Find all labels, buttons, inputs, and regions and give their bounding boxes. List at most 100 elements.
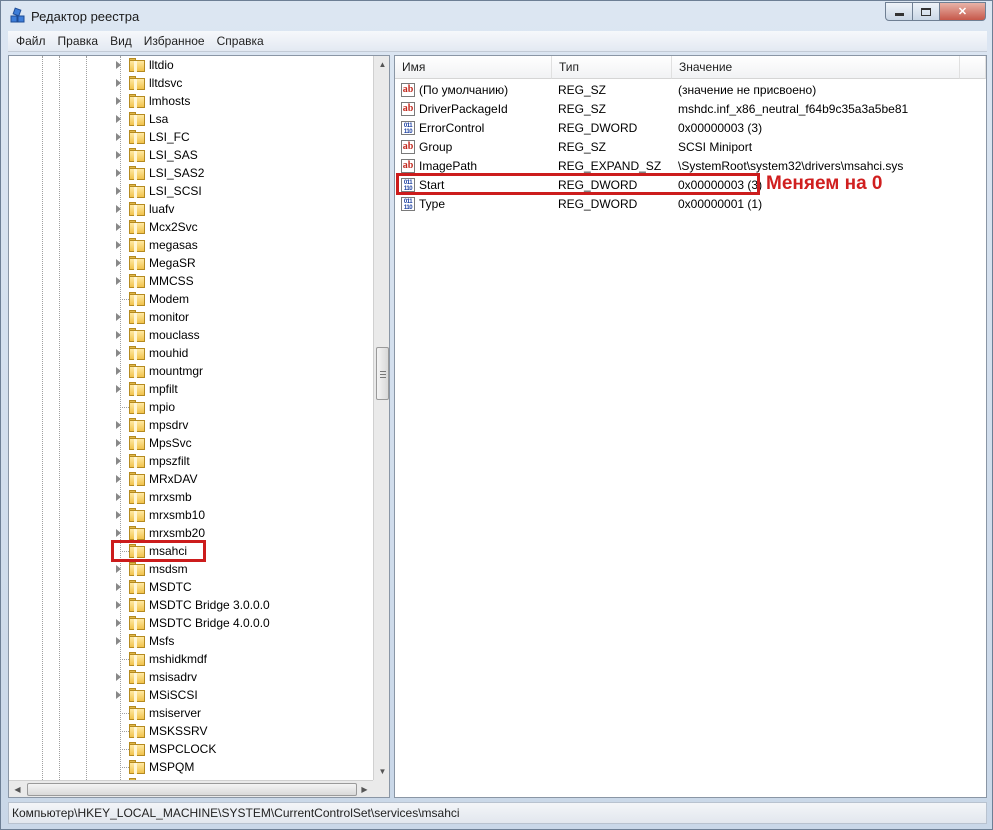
tree-item[interactable]: MpsSvc [9,434,373,452]
expand-arrow-icon[interactable] [116,331,121,339]
expand-arrow-icon[interactable] [116,277,121,285]
tree-vertical-scrollbar[interactable]: ▲ ▼ [373,56,389,780]
expand-arrow-icon[interactable] [116,601,121,609]
menu-file[interactable]: Файл [10,31,52,51]
expand-arrow-icon[interactable] [116,475,121,483]
maximize-button[interactable] [913,2,940,21]
tree-item[interactable]: MMCSS [9,272,373,290]
tree-item[interactable]: mpsdrv [9,416,373,434]
tree-item[interactable]: msiserver [9,704,373,722]
expand-arrow-icon[interactable] [116,241,121,249]
tree-item[interactable]: Modem [9,290,373,308]
tree-item[interactable]: Mcx2Svc [9,218,373,236]
tree-item[interactable]: lltdio [9,56,373,74]
tree-item[interactable]: megasas [9,236,373,254]
expand-arrow-icon[interactable] [116,367,121,375]
expand-arrow-icon[interactable] [116,511,121,519]
tree-item[interactable]: MSDTC Bridge 3.0.0.0 [9,596,373,614]
value-row[interactable]: ab DriverPackageId REG_SZ mshdc.inf_x86_neu… [395,100,986,119]
expand-arrow-icon[interactable] [116,421,121,429]
expand-arrow-icon[interactable] [116,259,121,267]
tree-item[interactable]: LSI_SAS2 [9,164,373,182]
tree-item-label: mrxsmb10 [149,508,206,522]
value-row[interactable]: 011 110 ErrorControl REG_DWORD 0x00000003 (3… [395,119,986,138]
tree-scroll-thumb[interactable] [376,347,389,400]
tree-item[interactable]: mrxsmb10 [9,506,373,524]
expand-arrow-icon[interactable] [116,205,121,213]
tree-item[interactable]: mountmgr [9,362,373,380]
tree-item[interactable]: MRxDAV [9,470,373,488]
expand-arrow-icon[interactable] [116,97,121,105]
tree-horizontal-scrollbar[interactable]: ◀ ▶ [9,780,373,797]
expand-arrow-icon[interactable] [116,457,121,465]
tree-item[interactable]: luafv [9,200,373,218]
tree-item[interactable]: MSPCLOCK [9,740,373,758]
tree-item[interactable]: MSKSSRV [9,722,373,740]
tree-item[interactable]: MSiSCSI [9,686,373,704]
expand-arrow-icon[interactable] [116,691,121,699]
tree-item[interactable]: LSI_FC [9,128,373,146]
expand-arrow-icon[interactable] [116,565,121,573]
expand-arrow-icon[interactable] [116,619,121,627]
expand-arrow-icon[interactable] [116,673,121,681]
status-bar: Компьютер\HKEY_LOCAL_MACHINE\SYSTEM\Curr… [8,802,987,824]
minimize-button[interactable] [885,2,913,21]
tree-item[interactable]: MSPQM [9,758,373,776]
tree-item[interactable]: mouhid [9,344,373,362]
expand-arrow-icon[interactable] [116,529,121,537]
menu-favorites[interactable]: Избранное [138,31,211,51]
column-header-type[interactable]: Тип [552,56,672,79]
expand-arrow-icon[interactable] [116,79,121,87]
tree-item[interactable]: MSDTC [9,578,373,596]
column-header-data[interactable]: Значение [672,56,960,79]
tree-item[interactable]: LSI_SCSI [9,182,373,200]
menu-edit[interactable]: Правка [52,31,105,51]
scroll-left-arrow-icon[interactable]: ◀ [9,781,26,797]
tree-hscroll-thumb[interactable] [27,783,357,796]
tree-item[interactable]: mpio [9,398,373,416]
key-tree[interactable]: lltdio lltdsvc lmhosts Lsa LSI_FC LSI_SAS LSI_… [9,56,373,780]
expand-arrow-icon[interactable] [116,169,121,177]
expand-arrow-icon[interactable] [116,151,121,159]
value-row[interactable]: ab Group REG_SZ SCSI Miniport [395,138,986,157]
tree-item[interactable]: LSI_SAS [9,146,373,164]
close-button[interactable]: ✕ [940,2,986,21]
tree-item[interactable]: Lsa [9,110,373,128]
menu-view[interactable]: Вид [104,31,138,51]
scroll-down-arrow-icon[interactable]: ▼ [374,763,389,780]
value-row[interactable]: 011 110 Type REG_DWORD 0x00000001 (1) [395,195,986,214]
expand-arrow-icon[interactable] [116,223,121,231]
column-header-name[interactable]: Имя [395,56,552,79]
value-row[interactable]: ab (По умолчанию) REG_SZ (значение не присв… [395,81,986,100]
tree-item[interactable]: lmhosts [9,92,373,110]
tree-item[interactable]: mpfilt [9,380,373,398]
expand-arrow-icon[interactable] [116,493,121,501]
tree-item[interactable]: monitor [9,308,373,326]
tree-item[interactable]: mshidkmdf [9,650,373,668]
expand-arrow-icon[interactable] [116,187,121,195]
expand-arrow-icon[interactable] [116,385,121,393]
tree-item[interactable]: lltdsvc [9,74,373,92]
expand-arrow-icon[interactable] [116,313,121,321]
tree-item[interactable]: MSDTC Bridge 4.0.0.0 [9,614,373,632]
key-tree-pane[interactable]: lltdio lltdsvc lmhosts Lsa LSI_FC LSI_SAS LSI_… [8,55,390,798]
tree-item[interactable]: msdsm [9,560,373,578]
tree-item[interactable]: mpszfilt [9,452,373,470]
expand-arrow-icon[interactable] [116,349,121,357]
scroll-right-arrow-icon[interactable]: ▶ [356,781,373,797]
tree-item[interactable]: msisadrv [9,668,373,686]
tree-item[interactable]: MegaSR [9,254,373,272]
tree-item[interactable]: Msfs [9,632,373,650]
expand-arrow-icon[interactable] [116,439,121,447]
values-pane[interactable]: Имя Тип Значение ab (По умолчанию) REG_SZ (… [394,55,987,798]
expand-arrow-icon[interactable] [116,115,121,123]
expand-arrow-icon[interactable] [116,637,121,645]
expand-arrow-icon[interactable] [116,61,121,69]
menu-help[interactable]: Справка [211,31,270,51]
expand-arrow-icon[interactable] [116,133,121,141]
title-bar[interactable]: Редактор реестра ✕ [1,1,992,31]
tree-item[interactable]: mouclass [9,326,373,344]
tree-item[interactable]: mrxsmb [9,488,373,506]
scroll-up-arrow-icon[interactable]: ▲ [374,56,389,73]
expand-arrow-icon[interactable] [116,583,121,591]
